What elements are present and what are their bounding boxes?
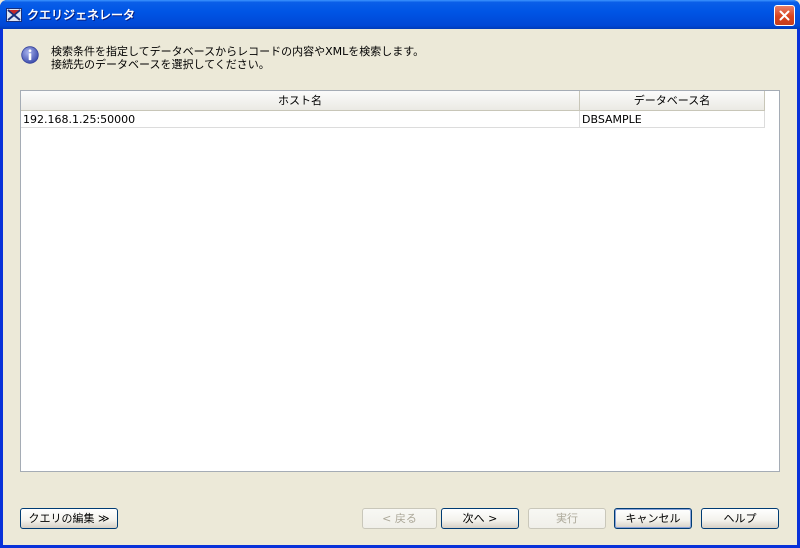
database-table[interactable]: ホスト名 データベース名 192.168.1.25:50000 DBSAMPLE: [20, 90, 780, 472]
message-text: 検索条件を指定してデータベースからレコードの内容やXMLを検索します。 接続先の…: [51, 44, 424, 80]
table-row[interactable]: 192.168.1.25:50000 DBSAMPLE: [21, 111, 765, 128]
close-icon: [779, 10, 790, 21]
info-message: 検索条件を指定してデータベースからレコードの内容やXMLを検索します。 接続先の…: [21, 44, 761, 80]
title-bar[interactable]: クエリジェネレータ: [0, 0, 800, 29]
column-header-database[interactable]: データベース名: [580, 91, 765, 110]
edit-query-button[interactable]: クエリの編集 ≫: [20, 508, 118, 529]
host-cell: 192.168.1.25:50000: [21, 111, 580, 127]
window-title: クエリジェネレータ: [27, 8, 136, 22]
info-icon: [21, 46, 39, 64]
next-button[interactable]: 次へ >: [441, 508, 519, 529]
query-generator-dialog: クエリジェネレータ 検索条件を指定してデータベースからレコードの内容やXMLを検…: [0, 0, 800, 548]
back-button[interactable]: < 戻る: [362, 508, 437, 529]
query-generator-icon: [6, 7, 22, 23]
execute-button[interactable]: 実行: [528, 508, 606, 529]
database-cell: DBSAMPLE: [580, 111, 765, 127]
table-header: ホスト名 データベース名: [21, 91, 765, 111]
table-body: 192.168.1.25:50000 DBSAMPLE: [21, 111, 765, 128]
message-line-1: 検索条件を指定してデータベースからレコードの内容やXMLを検索します。: [51, 45, 425, 58]
cancel-button[interactable]: キャンセル: [614, 508, 692, 529]
dialog-body: 検索条件を指定してデータベースからレコードの内容やXMLを検索します。 接続先の…: [3, 29, 797, 545]
help-button[interactable]: ヘルプ: [701, 508, 779, 529]
column-header-host[interactable]: ホスト名: [21, 91, 580, 110]
message-line-2: 接続先のデータベースを選択してください。: [51, 58, 270, 71]
close-button[interactable]: [774, 5, 795, 26]
